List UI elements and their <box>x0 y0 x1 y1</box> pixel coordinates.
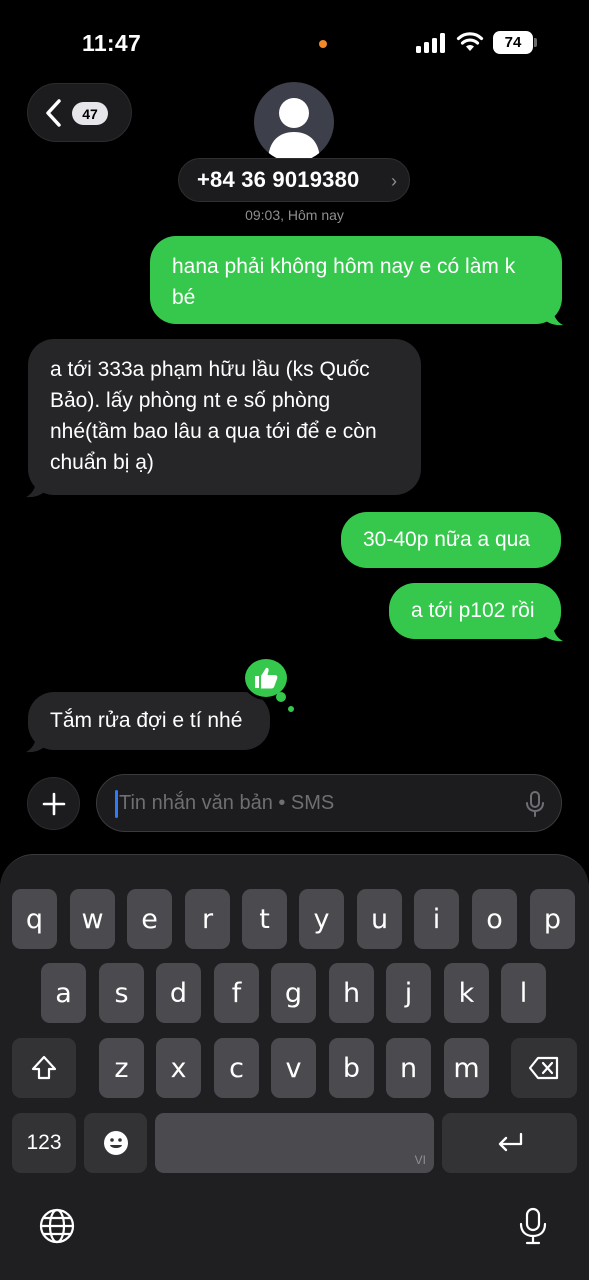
key-a[interactable]: a <box>41 963 86 1023</box>
key-n[interactable]: n <box>386 1038 431 1098</box>
numbers-key[interactable]: 123 <box>12 1113 76 1173</box>
key-k[interactable]: k <box>444 963 489 1023</box>
key-t[interactable]: t <box>242 889 287 949</box>
key-i[interactable]: i <box>414 889 459 949</box>
key-s[interactable]: s <box>99 963 144 1023</box>
bubble-tail <box>26 735 46 753</box>
contact-name-button[interactable]: +84 36 9019380 › <box>178 158 410 202</box>
back-button[interactable]: 47 <box>27 83 132 142</box>
bubble-tail <box>543 308 563 326</box>
privacy-indicator-dot <box>319 40 327 48</box>
key-p[interactable]: p <box>530 889 575 949</box>
chevron-right-icon: › <box>391 171 397 191</box>
message-bubble-outgoing[interactable]: hana phải không hôm nay e có làm k bé <box>150 236 562 324</box>
reaction-dot <box>288 706 294 712</box>
shift-icon <box>31 1055 57 1080</box>
key-b[interactable]: b <box>329 1038 374 1098</box>
key-c[interactable]: c <box>214 1038 259 1098</box>
bubble-tail <box>543 624 563 642</box>
key-r[interactable]: r <box>185 889 230 949</box>
key-o[interactable]: o <box>472 889 517 949</box>
key-u[interactable]: u <box>357 889 402 949</box>
backspace-key[interactable] <box>511 1038 577 1098</box>
key-y[interactable]: y <box>299 889 344 949</box>
message-bubble-incoming[interactable]: Tắm rửa đợi e tí nhé <box>28 692 270 750</box>
key-w[interactable]: w <box>70 889 115 949</box>
key-q[interactable]: q <box>12 889 57 949</box>
message-input-placeholder: Tin nhắn văn bản • SMS <box>119 792 335 814</box>
key-d[interactable]: d <box>156 963 201 1023</box>
wifi-icon <box>456 32 484 51</box>
key-m[interactable]: m <box>444 1038 489 1098</box>
emoji-icon <box>103 1131 128 1155</box>
globe-icon[interactable] <box>37 1206 77 1246</box>
key-l[interactable]: l <box>501 963 546 1023</box>
message-bubble-incoming[interactable]: a tới 333a phạm hữu lầu (ks Quốc Bảo). l… <box>28 339 421 495</box>
contact-name: +84 36 9019380 <box>197 167 360 192</box>
return-key[interactable] <box>442 1113 577 1173</box>
space-key[interactable]: VI <box>155 1113 434 1173</box>
key-x[interactable]: x <box>156 1038 201 1098</box>
message-timestamp: 09:03, Hôm nay <box>245 207 344 223</box>
unread-count-badge: 47 <box>72 102 108 125</box>
thumbs-up-icon <box>255 667 278 689</box>
shift-key[interactable] <box>12 1038 76 1098</box>
key-e[interactable]: e <box>127 889 172 949</box>
battery-icon: 74 <box>493 31 533 54</box>
key-v[interactable]: v <box>271 1038 316 1098</box>
key-z[interactable]: z <box>99 1038 144 1098</box>
message-input[interactable]: Tin nhắn văn bản • SMS <box>96 774 562 832</box>
dictation-icon[interactable] <box>513 1206 553 1246</box>
backspace-icon <box>528 1056 559 1080</box>
key-j[interactable]: j <box>386 963 431 1023</box>
avatar-icon <box>268 98 320 162</box>
battery-nub <box>534 38 537 47</box>
key-f[interactable]: f <box>214 963 259 1023</box>
signal-icon <box>416 33 445 53</box>
apps-plus-button[interactable] <box>27 777 80 830</box>
contact-avatar[interactable] <box>254 82 334 162</box>
microphone-icon[interactable] <box>525 791 545 817</box>
message-bubble-outgoing[interactable]: a tới p102 rồi <box>389 583 561 639</box>
keyboard: q w e r t y u i o p a s d f g h j k l z … <box>0 854 589 1280</box>
plus-icon <box>42 792 65 815</box>
chevron-left-icon <box>46 99 61 127</box>
keyboard-language-label: VI <box>414 1153 426 1167</box>
reaction-dot <box>276 692 286 702</box>
bubble-tail <box>26 480 46 498</box>
message-bubble-outgoing[interactable]: 30-40p nữa a qua <box>341 512 561 568</box>
key-h[interactable]: h <box>329 963 374 1023</box>
emoji-key[interactable] <box>84 1113 147 1173</box>
text-cursor <box>115 790 118 818</box>
return-icon <box>498 1132 522 1152</box>
key-g[interactable]: g <box>271 963 316 1023</box>
status-time: 11:47 <box>82 30 142 56</box>
